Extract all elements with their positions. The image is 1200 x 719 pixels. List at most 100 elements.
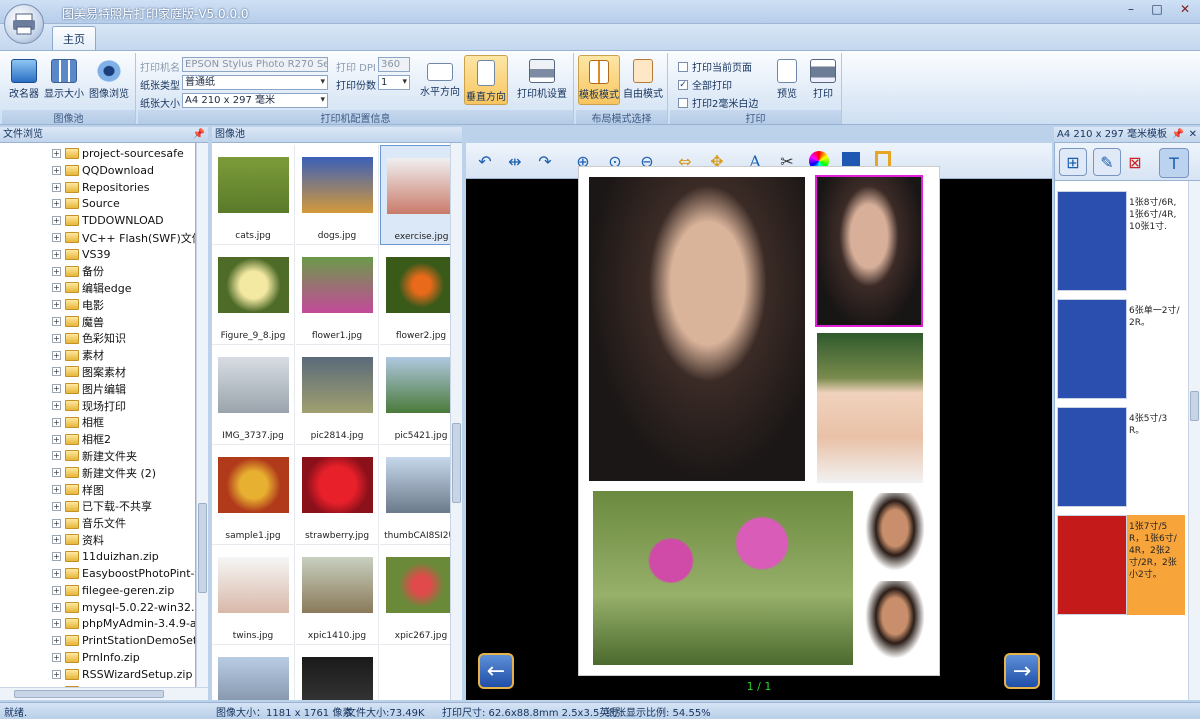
tree-item[interactable]: +EasyboostPhotoPint-tri: [52, 565, 196, 582]
image-browse-button[interactable]: 图像浏览: [86, 59, 132, 100]
template-item[interactable]: 1张7寸/5R，1张6寸/4R，2张2寸/2R，2张小2寸。: [1057, 515, 1185, 615]
image-thumbnail[interactable]: pic5421.jpg: [380, 345, 450, 445]
tree-item[interactable]: +新建文件夹: [52, 447, 137, 464]
tree-item[interactable]: +素材: [52, 347, 104, 364]
expand-icon[interactable]: +: [52, 300, 61, 309]
paper-type-select[interactable]: 普通纸: [182, 75, 328, 90]
paper-size-select[interactable]: A4 210 x 297 毫米: [182, 93, 328, 108]
tree-item[interactable]: +电影: [52, 296, 104, 313]
printer-settings-button[interactable]: 打印机设置: [514, 59, 570, 100]
expand-icon[interactable]: +: [52, 502, 61, 511]
expand-icon[interactable]: +: [52, 435, 61, 444]
image-thumbnail[interactable]: thumbCAI8SI2U.: [380, 445, 450, 545]
template-item[interactable]: 6张单一2寸/2R。: [1057, 299, 1183, 399]
photo-face-2[interactable]: [865, 581, 925, 659]
text-template-icon[interactable]: T: [1159, 148, 1189, 178]
tree-item[interactable]: +Source: [52, 195, 120, 212]
tree-item[interactable]: +project-sourcesafe: [52, 145, 184, 162]
expand-icon[interactable]: +: [52, 351, 61, 360]
expand-icon[interactable]: +: [52, 334, 61, 343]
tree-item[interactable]: +相框2: [52, 431, 111, 448]
expand-icon[interactable]: +: [52, 199, 61, 208]
image-thumbnail[interactable]: pic2814.jpg: [296, 345, 379, 445]
expand-icon[interactable]: +: [52, 317, 61, 326]
scroll-thumb[interactable]: [14, 690, 164, 698]
image-thumbnail[interactable]: exercise.jpg: [380, 145, 450, 245]
image-thumbnail[interactable]: dogs.jpg: [296, 145, 379, 245]
image-thumbnail[interactable]: sample1.jpg: [212, 445, 295, 545]
expand-icon[interactable]: +: [52, 670, 61, 679]
expand-icon[interactable]: +: [52, 569, 61, 578]
copies-stepper[interactable]: 1: [378, 75, 410, 90]
photo-face-1[interactable]: [865, 493, 925, 571]
tree-item[interactable]: +样图: [52, 481, 104, 498]
image-thumbnail[interactable]: Figure_9_8.jpg: [212, 245, 295, 345]
expand-icon[interactable]: +: [52, 636, 61, 645]
pin-icon[interactable]: 📌: [1172, 127, 1184, 142]
image-thumbnail[interactable]: twins.jpg: [212, 545, 295, 645]
tree-horizontal-scrollbar[interactable]: [0, 687, 208, 700]
expand-icon[interactable]: +: [52, 384, 61, 393]
tree-item[interactable]: +TDDOWNLOAD: [52, 212, 164, 229]
rename-button[interactable]: 改名器: [4, 59, 44, 100]
photo-twins[interactable]: [817, 333, 923, 483]
expand-icon[interactable]: +: [52, 183, 61, 192]
image-thumbnail[interactable]: xpic267.jpg: [380, 545, 450, 645]
scroll-thumb[interactable]: [1190, 391, 1199, 421]
expand-icon[interactable]: +: [52, 519, 61, 528]
free-mode-button[interactable]: 自由模式: [622, 59, 664, 100]
tree-item[interactable]: +编辑edge: [52, 279, 132, 296]
image-thumbnail[interactable]: flower2.jpg: [380, 245, 450, 345]
image-thumbnail[interactable]: [212, 645, 295, 700]
image-thumbnail[interactable]: flower1.jpg: [296, 245, 379, 345]
tree-item[interactable]: +PrnInfo.zip: [52, 649, 140, 666]
expand-icon[interactable]: +: [52, 367, 61, 376]
tree-item[interactable]: +RSSWizardSetup.zip: [52, 666, 192, 683]
expand-icon[interactable]: +: [52, 401, 61, 410]
expand-icon[interactable]: +: [52, 603, 61, 612]
expand-icon[interactable]: +: [52, 166, 61, 175]
expand-icon[interactable]: +: [52, 216, 61, 225]
expand-icon[interactable]: +: [52, 250, 61, 259]
expand-icon[interactable]: +: [52, 149, 61, 158]
pin-icon[interactable]: 📌: [193, 127, 205, 142]
tree-item[interactable]: +相框: [52, 414, 104, 431]
printer-name-field[interactable]: EPSON Stylus Photo R270 Series: [182, 57, 328, 72]
print-all-checkbox[interactable]: ✓全部打印: [678, 77, 732, 92]
scroll-thumb[interactable]: [198, 503, 207, 593]
vertical-button[interactable]: 垂直方向: [464, 55, 508, 105]
print-button[interactable]: 打印: [806, 59, 840, 100]
add-template-icon[interactable]: ⊞: [1059, 148, 1087, 176]
tree-item[interactable]: +图片编辑: [52, 380, 126, 397]
tree-item[interactable]: +QQDownload: [52, 162, 154, 179]
redo-icon[interactable]: ↷: [532, 148, 558, 174]
pool-scrollbar[interactable]: [450, 143, 462, 700]
edit-template-icon[interactable]: ✎: [1093, 148, 1121, 176]
tree-item[interactable]: +filegee-geren.zip: [52, 582, 174, 599]
split-icon[interactable]: ⇹: [502, 148, 528, 174]
tree-item[interactable]: +phpMyAdmin-3.4.9-all-: [52, 615, 196, 632]
tree-item[interactable]: +PrintStationDemoSetup: [52, 632, 196, 649]
app-menu-button[interactable]: [4, 4, 44, 44]
expand-icon[interactable]: +: [52, 552, 61, 561]
tree-item[interactable]: +音乐文件: [52, 515, 126, 532]
expand-icon[interactable]: +: [52, 267, 61, 276]
image-thumbnail[interactable]: [296, 645, 379, 700]
image-thumbnail[interactable]: strawberry.jpg: [296, 445, 379, 545]
undo-icon[interactable]: ↶: [472, 148, 498, 174]
photo-portrait-large[interactable]: [589, 177, 805, 481]
expand-icon[interactable]: +: [52, 283, 61, 292]
expand-icon[interactable]: +: [52, 485, 61, 494]
image-thumbnail[interactable]: xpic1410.jpg: [296, 545, 379, 645]
image-thumbnail[interactable]: cats.jpg: [212, 145, 295, 245]
close-icon[interactable]: ✕: [1189, 127, 1197, 142]
expand-icon[interactable]: +: [52, 586, 61, 595]
template-item[interactable]: 4张5寸/3R。: [1057, 407, 1183, 507]
template-scrollbar[interactable]: [1188, 181, 1200, 700]
dpi-field[interactable]: 360: [378, 57, 410, 72]
template-item[interactable]: 1张8寸/6R,1张6寸/4R,10张1寸.: [1057, 191, 1183, 291]
template-mode-button[interactable]: 模板模式: [578, 55, 620, 105]
print-margin-checkbox[interactable]: 打印2毫米白边: [678, 95, 758, 110]
expand-icon[interactable]: +: [52, 233, 61, 242]
tree-item[interactable]: +魔兽: [52, 313, 104, 330]
